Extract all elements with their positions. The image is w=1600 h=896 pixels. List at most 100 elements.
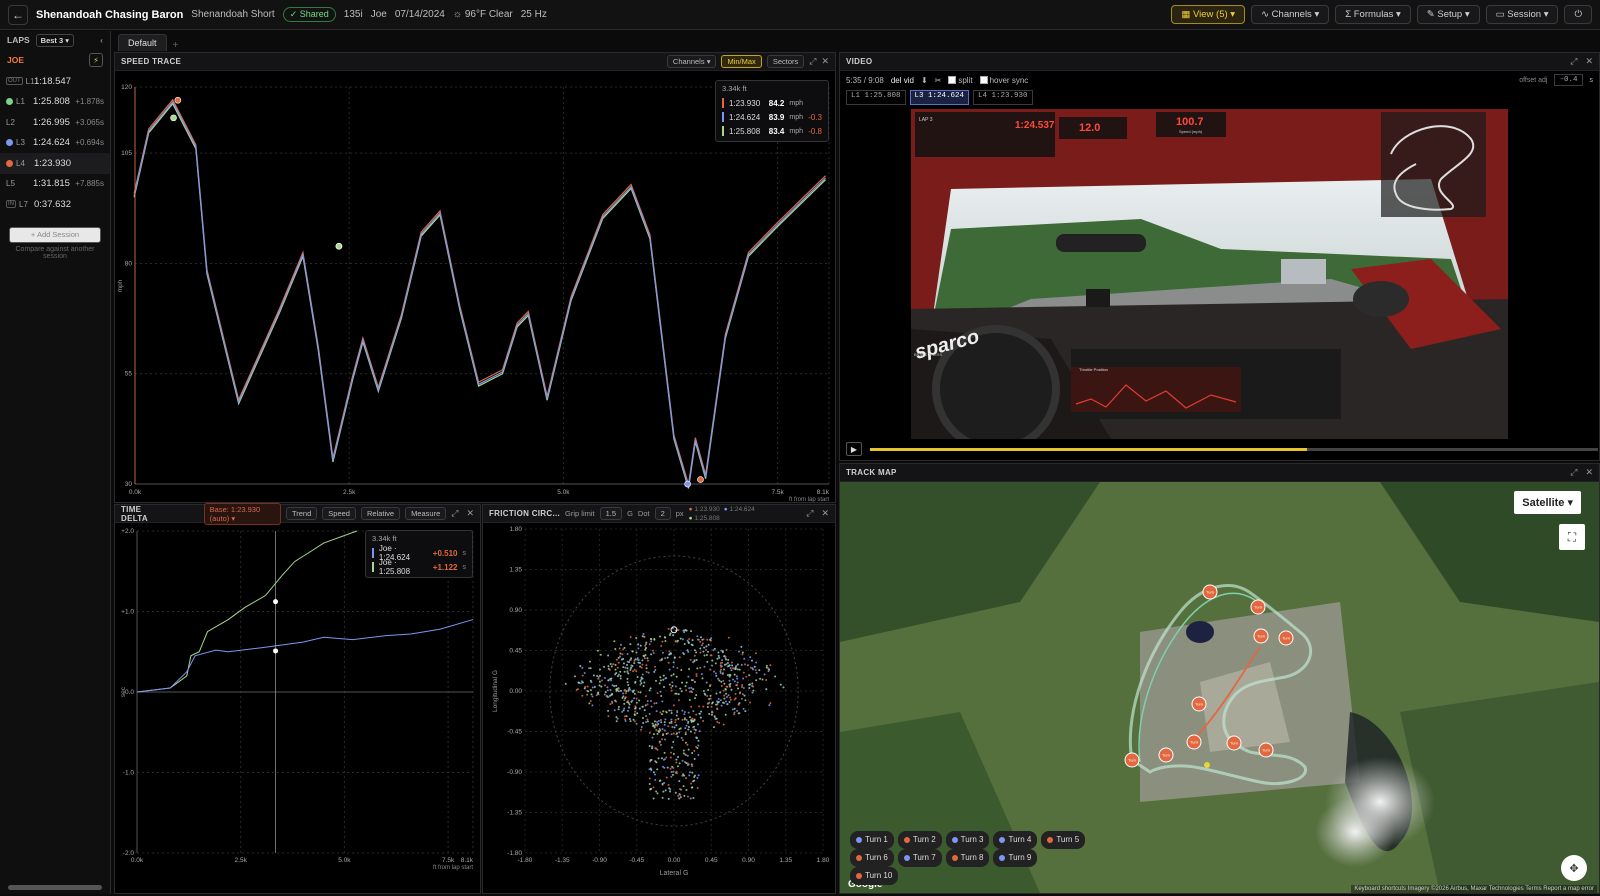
lap-row[interactable]: L1 1:25.808 +1.878s	[0, 92, 110, 113]
close-icon[interactable]: ✕	[466, 508, 474, 519]
friction-point	[737, 703, 740, 706]
turn-marker[interactable]: Turn	[1202, 584, 1218, 600]
close-icon[interactable]: ✕	[1585, 56, 1593, 67]
turn-marker[interactable]: Turn	[1158, 747, 1174, 763]
friction-point	[736, 668, 739, 671]
turn-chip[interactable]: Turn 3	[945, 831, 990, 849]
expand-icon[interactable]: ⤢	[1570, 467, 1577, 478]
friction-point	[683, 774, 686, 777]
dot-size-input[interactable]: 2	[654, 507, 671, 520]
add-session-button[interactable]: + Add Session	[9, 226, 101, 243]
expand-icon[interactable]: ⤢	[806, 508, 813, 519]
video-frame[interactable]: LAP 3 1:24.537 12.0 100.7 Speed (mph) sp…	[911, 109, 1508, 439]
relative-toggle[interactable]: Relative	[360, 507, 401, 520]
lap-row[interactable]: L4 1:23.930	[0, 153, 110, 174]
download-icon[interactable]: ⬇	[921, 76, 928, 85]
video-lap-l4[interactable]: L4 1:23.930	[973, 90, 1033, 105]
close-icon[interactable]: ✕	[821, 508, 829, 519]
power-button[interactable]: ⏻	[1564, 5, 1592, 24]
add-tab-button[interactable]: +	[173, 40, 179, 51]
turn-chip[interactable]: Turn 9	[993, 849, 1038, 867]
video-seek-bar[interactable]	[870, 447, 1598, 451]
friction-point	[626, 667, 629, 670]
scissors-icon[interactable]: ✂	[935, 76, 942, 85]
split-check-box[interactable]	[948, 76, 957, 85]
expand-icon[interactable]: ⤢	[451, 508, 458, 519]
friction-point	[693, 725, 696, 728]
svg-text:12.0: 12.0	[1079, 122, 1100, 134]
channels-button[interactable]: ∿ Channels ▾	[1251, 5, 1330, 24]
speed-trace-panel: SPEED TRACE Channels ▾ Min/Max Sectors ⤢…	[114, 52, 836, 503]
hover-check-box[interactable]	[979, 76, 988, 85]
formulas-button[interactable]: Σ Formulas ▾	[1335, 5, 1411, 24]
session-button[interactable]: ▭ Session ▾	[1485, 5, 1559, 24]
turn-marker[interactable]: Turn	[1253, 628, 1269, 644]
close-icon[interactable]: ✕	[1585, 467, 1593, 478]
lap-row[interactable]: L2 1:26.995 +3.065s	[0, 112, 110, 133]
offset-input[interactable]: -0.4	[1554, 74, 1583, 86]
sectors-toggle[interactable]: Sectors	[766, 55, 805, 68]
turn-marker[interactable]: Turn	[1226, 735, 1242, 751]
grip-limit-input[interactable]: 1.5	[599, 507, 623, 520]
turn-marker[interactable]: Turn	[1124, 752, 1140, 768]
expand-icon[interactable]: ⤢	[809, 56, 816, 67]
friction-circle-chart[interactable]: 1.80 1.35 0.90 0.45 0.00 -0.45 -0.90 -1.35 -1.80…	[483, 523, 835, 893]
play-button[interactable]: ▶	[846, 442, 862, 456]
measure-toggle[interactable]: Measure	[405, 507, 447, 520]
satellite-map[interactable]: Turn Turn Turn Turn Turn Turn Turn Turn Turn Turn…	[840, 482, 1599, 893]
map-attribution[interactable]: Keyboard shortcuts Imagery ©2026 Airbus,…	[1351, 885, 1597, 893]
turn-chip[interactable]: Turn 2	[897, 831, 942, 849]
map-pan-control[interactable]: ✥	[1561, 855, 1587, 881]
horizontal-scrollbar[interactable]	[8, 885, 102, 890]
turn-chip[interactable]: Turn 1	[850, 831, 894, 849]
minmax-toggle[interactable]: Min/Max	[721, 55, 762, 68]
video-lap-l3[interactable]: L3 1:24.624	[909, 90, 970, 105]
split-checkbox[interactable]: split	[948, 75, 973, 85]
friction-point	[678, 656, 681, 659]
lightning-icon[interactable]: ⚡	[89, 53, 103, 67]
split-label: split	[958, 75, 973, 85]
lap-row[interactable]: L3 1:24.624 +0.694s	[0, 133, 110, 154]
fullscreen-button[interactable]: ⛶	[1559, 524, 1585, 550]
turn-marker[interactable]: Turn	[1191, 696, 1207, 712]
trend-toggle[interactable]: Trend	[285, 507, 318, 520]
friction-point	[669, 632, 672, 635]
close-icon[interactable]: ✕	[821, 56, 829, 67]
back-button[interactable]: ←	[8, 4, 28, 25]
friction-point	[765, 664, 768, 667]
channels-dropdown[interactable]: Channels ▾	[666, 55, 717, 68]
turn-marker[interactable]: Turn	[1258, 742, 1274, 758]
friction-point	[645, 664, 648, 667]
tab-default[interactable]: Default	[118, 34, 167, 51]
lap-row[interactable]: L5 1:31.815 +7.885s	[0, 174, 110, 195]
video-lap-l1[interactable]: L1 1:25.808	[846, 90, 906, 105]
friction-point	[659, 676, 662, 679]
friction-point	[717, 654, 720, 657]
time-delta-chart[interactable]: +2.0+1.00.0-1.0-2.00.0k 2.5k 5.0k 7.5k 8.1ks…	[115, 523, 480, 893]
turn-chip[interactable]: Turn 5	[1041, 831, 1086, 849]
speed-toggle[interactable]: Speed	[322, 507, 356, 520]
friction-point	[628, 706, 631, 709]
turn-marker[interactable]: Turn	[1186, 734, 1202, 750]
turn-marker[interactable]: Turn	[1278, 630, 1294, 646]
expand-icon[interactable]: ⤢	[1570, 56, 1577, 67]
friction-point	[741, 653, 744, 656]
map-type-dropdown[interactable]: Satellite ▾	[1514, 491, 1581, 514]
setup-button[interactable]: ✎ Setup ▾	[1416, 5, 1480, 24]
turn-chip[interactable]: Turn 10	[850, 867, 899, 885]
turn-chip[interactable]: Turn 6	[850, 849, 894, 867]
turn-chip[interactable]: Turn 8	[945, 849, 990, 867]
turn-chip[interactable]: Turn 4	[993, 831, 1038, 849]
base-lap-dropdown[interactable]: Base: 1:23.930 (auto) ▾	[203, 502, 281, 525]
turn-marker[interactable]: Turn	[1250, 599, 1266, 615]
best-filter[interactable]: Best 3 ▾	[35, 33, 75, 47]
lap-row[interactable]: IN L7 0:37.632	[0, 194, 110, 215]
lap-row[interactable]: OUT L1 1:18.547	[0, 71, 110, 92]
friction-point	[690, 679, 693, 682]
friction-point	[650, 705, 653, 708]
turn-chip[interactable]: Turn 7	[897, 849, 942, 867]
friction-point	[726, 703, 729, 706]
collapse-icon[interactable]: ‹	[100, 35, 103, 45]
view-button[interactable]: ▦ View (5) ▾	[1171, 5, 1246, 24]
hover-sync-checkbox[interactable]: hover sync	[979, 76, 1028, 85]
